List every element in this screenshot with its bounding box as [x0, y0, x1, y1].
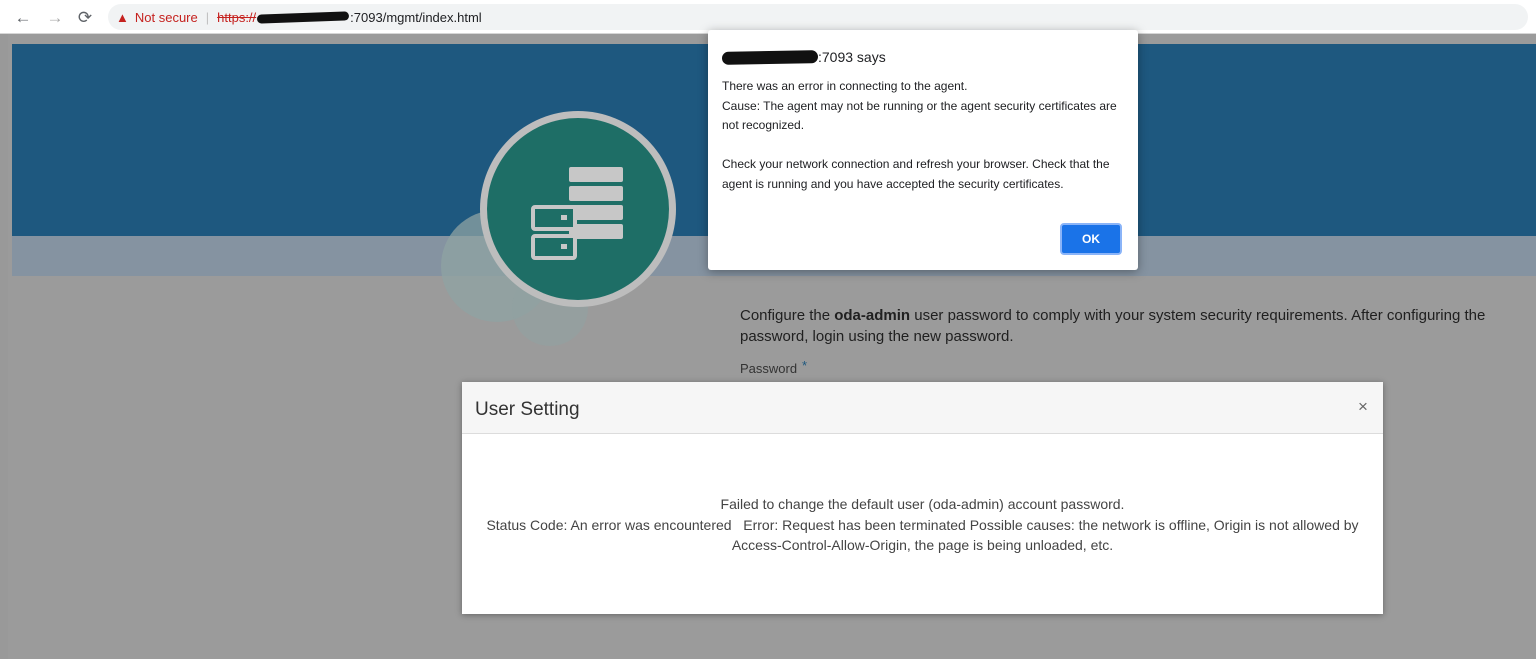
url-path: :7093/mgmt/index.html — [350, 9, 482, 25]
dialog-header: User Setting × — [462, 382, 1383, 434]
security-status[interactable]: Not secure — [135, 10, 198, 25]
redacted-host — [257, 10, 350, 24]
warning-icon[interactable]: ▲ — [116, 10, 129, 25]
alert-message: There was an error in connecting to the … — [722, 79, 1117, 191]
url-scheme: https:// — [217, 9, 257, 25]
browser-toolbar: ← → ⟳ ▲ Not secure | https:// :7093/mgmt… — [0, 0, 1536, 34]
divider: | — [205, 9, 210, 25]
alert-origin: :7093 says — [721, 49, 886, 65]
back-arrow-icon[interactable]: ← — [12, 6, 34, 28]
close-icon[interactable]: × — [1358, 398, 1368, 415]
error-details: Status Code: An error was encountered Er… — [486, 516, 1362, 554]
address-bar[interactable]: ▲ Not secure | https:// :7093/mgmt/index… — [108, 4, 1528, 30]
reload-icon[interactable]: ⟳ — [74, 6, 96, 28]
dialog-error-message: Failed to change the default user (oda-a… — [482, 494, 1363, 556]
password-instructions: Configure the oda-admin user password to… — [740, 307, 1486, 345]
ok-button[interactable]: OK — [1060, 223, 1122, 255]
user-setting-dialog: User Setting × Failed to change the defa… — [462, 382, 1383, 614]
redacted-host — [721, 49, 819, 65]
agent-error-alert: :7093 says There was an error in connect… — [708, 30, 1138, 270]
dialog-title: User Setting — [475, 399, 580, 420]
error-summary: Failed to change the default user (oda-a… — [720, 496, 1125, 512]
forward-arrow-icon[interactable]: → — [44, 6, 66, 28]
server-stack-icon — [531, 167, 623, 260]
required-indicator: * — [802, 358, 808, 373]
password-label: Password — [740, 361, 798, 376]
